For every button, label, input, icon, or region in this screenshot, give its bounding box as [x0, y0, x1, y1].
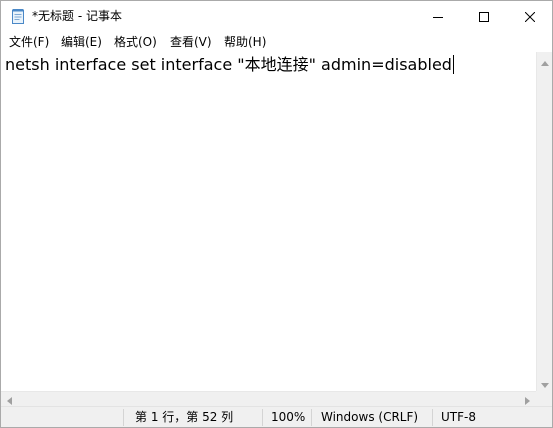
status-zoom: 100% — [271, 410, 306, 424]
close-icon — [524, 7, 536, 26]
minimize-icon — [433, 7, 443, 26]
status-line-ending: Windows (CRLF) — [321, 410, 419, 424]
menu-view[interactable]: 查看(V) — [170, 34, 212, 50]
menu-bar: 文件(F) 编辑(E) 格式(O) 查看(V) 帮助(H) — [1, 32, 552, 52]
notepad-window: *无标题 - 记事本 文件(F) 编辑(E) 格式(O) 查看(V) 帮助(H)… — [0, 0, 553, 428]
status-bar: 第 1 行，第 52 列 100% Windows (CRLF) UTF-8 — [1, 406, 552, 427]
text-caret — [452, 55, 454, 74]
scrollbar-corner — [536, 391, 552, 406]
menu-help[interactable]: 帮助(H) — [224, 34, 266, 50]
status-encoding: UTF-8 — [441, 410, 476, 424]
editor-content[interactable]: netsh interface set interface "本地连接" adm… — [5, 55, 452, 74]
scroll-down-button[interactable] — [537, 374, 553, 391]
menu-format[interactable]: 格式(O) — [114, 34, 157, 50]
text-editor[interactable]: netsh interface set interface "本地连接" adm… — [1, 52, 536, 391]
minimize-button[interactable] — [415, 1, 461, 32]
arrow-up-icon — [541, 51, 549, 70]
notepad-icon — [10, 8, 26, 24]
status-cursor-position: 第 1 行，第 52 列 — [135, 410, 234, 424]
menu-edit[interactable]: 编辑(E) — [61, 34, 102, 50]
scroll-left-button[interactable] — [1, 392, 18, 407]
window-title: *无标题 - 记事本 — [32, 9, 122, 23]
menu-file[interactable]: 文件(F) — [9, 34, 49, 50]
maximize-icon — [479, 7, 489, 26]
scroll-right-button[interactable] — [519, 392, 536, 407]
close-button[interactable] — [507, 1, 553, 32]
status-divider — [432, 409, 433, 426]
status-divider — [311, 409, 312, 426]
status-divider — [123, 409, 124, 426]
arrow-down-icon — [541, 373, 549, 392]
title-bar[interactable]: *无标题 - 记事本 — [1, 1, 552, 32]
status-divider — [262, 409, 263, 426]
vertical-scrollbar[interactable] — [536, 52, 552, 391]
horizontal-scrollbar[interactable] — [1, 391, 536, 406]
maximize-button[interactable] — [461, 1, 507, 32]
scroll-up-button[interactable] — [537, 52, 553, 69]
